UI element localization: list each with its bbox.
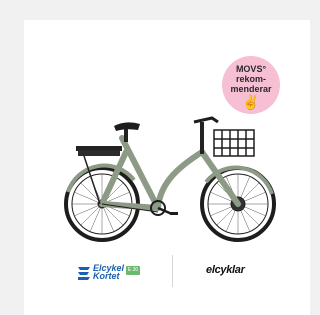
logo-divider: [172, 255, 173, 287]
elcykelkortet-line-2: Kortet: [93, 271, 120, 281]
elcykelkortet-logo: Elcykel Kortet: [93, 264, 124, 281]
victory-hand-icon: ✌: [242, 94, 260, 110]
elcykelkortet-badge: E.30: [126, 266, 140, 275]
badge-line-2: rekom-: [235, 74, 266, 84]
badge-line-3: menderar: [230, 84, 272, 94]
elcyklar-logo: elcyklar: [206, 264, 245, 276]
badge-line-1: MOVS°: [235, 64, 267, 74]
recommendation-badge: MOVS° rekom- menderar ✌: [222, 56, 280, 114]
electric-bike-image: [64, 116, 276, 242]
